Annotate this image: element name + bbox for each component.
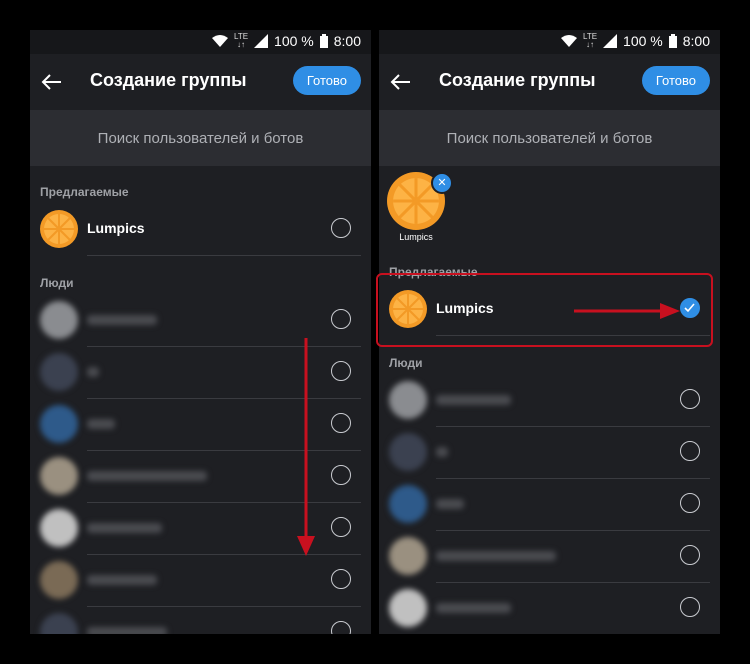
avatar (40, 457, 78, 495)
avatar (389, 433, 427, 471)
phone-before: LTE ↓↑ 100 % 8:00 Создание группы Готово … (30, 30, 371, 634)
battery-icon (319, 34, 328, 48)
list-item[interactable] (30, 606, 371, 634)
list-item[interactable] (30, 554, 371, 607)
list-item[interactable] (30, 294, 371, 347)
avatar (40, 561, 78, 599)
list-item[interactable] (30, 346, 371, 399)
blurred-name (87, 575, 157, 585)
select-radio[interactable] (331, 517, 351, 537)
section-label-people: Люди (389, 356, 423, 370)
avatar (40, 509, 78, 547)
blurred-name (87, 471, 207, 481)
select-radio[interactable] (680, 441, 700, 461)
select-radio[interactable] (680, 545, 700, 565)
search-input[interactable]: Поиск пользователей и ботов (379, 110, 720, 166)
select-radio[interactable] (331, 218, 351, 238)
blurred-name (87, 627, 167, 634)
status-bar: LTE ↓↑ 100 % 8:00 (30, 30, 371, 54)
avatar (389, 485, 427, 523)
back-arrow-icon[interactable] (40, 70, 64, 94)
selected-chip[interactable]: ✕ Lumpics (387, 172, 453, 242)
blurred-name (87, 367, 99, 377)
list-item[interactable] (379, 478, 720, 531)
blurred-name (87, 315, 157, 325)
list-item[interactable] (30, 502, 371, 555)
back-arrow-icon[interactable] (389, 70, 413, 94)
battery-icon (668, 34, 677, 48)
blurred-name (436, 447, 448, 457)
chip-label: Lumpics (399, 232, 433, 242)
blurred-name (436, 499, 464, 509)
signal-icon (254, 34, 269, 48)
avatar (40, 613, 78, 634)
avatar (389, 589, 427, 627)
avatar (40, 301, 78, 339)
search-input[interactable]: Поиск пользователей и ботов (30, 110, 371, 166)
scroll-down-arrow-annotation (297, 338, 315, 556)
select-radio[interactable] (331, 413, 351, 433)
lte-indicator: LTE ↓↑ (582, 32, 598, 49)
list-item[interactable] (379, 374, 720, 427)
list-item[interactable] (379, 530, 720, 583)
select-radio[interactable] (680, 493, 700, 513)
wifi-icon (560, 35, 577, 47)
page-title: Создание группы (90, 70, 247, 90)
orange-avatar-icon (40, 210, 78, 248)
lte-indicator: LTE ↓↑ (233, 32, 249, 49)
battery-text: 100 % (274, 33, 314, 49)
divider (87, 255, 361, 256)
list-item[interactable] (30, 450, 371, 503)
blurred-name (87, 419, 115, 429)
contact-name: Lumpics (87, 220, 145, 236)
done-button[interactable]: Готово (641, 66, 710, 95)
list-item[interactable] (30, 398, 371, 451)
done-button[interactable]: Готово (292, 66, 361, 95)
selection-highlight-annotation (376, 273, 713, 347)
list-item[interactable] (379, 582, 720, 634)
select-radio[interactable] (331, 569, 351, 589)
clock-text: 8:00 (333, 33, 361, 49)
select-radio[interactable] (331, 465, 351, 485)
list-item[interactable] (379, 426, 720, 479)
avatar (40, 353, 78, 391)
app-bar: Создание группы Готово (379, 54, 720, 110)
blurred-name (87, 523, 162, 533)
select-radio[interactable] (680, 597, 700, 617)
blurred-name (436, 551, 556, 561)
clock-text: 8:00 (682, 33, 710, 49)
app-bar: Создание группы Готово (30, 54, 371, 110)
select-radio[interactable] (331, 361, 351, 381)
avatar (389, 537, 427, 575)
section-label-suggested: Предлагаемые (40, 185, 129, 199)
wifi-icon (211, 35, 228, 47)
signal-icon (603, 34, 618, 48)
list-item-lumpics[interactable]: Lumpics (30, 203, 371, 256)
select-radio[interactable] (331, 621, 351, 634)
page-title: Создание группы (439, 70, 596, 90)
avatar (40, 405, 78, 443)
select-radio[interactable] (331, 309, 351, 329)
avatar (389, 381, 427, 419)
section-label-people: Люди (40, 276, 74, 290)
remove-chip-close-icon[interactable]: ✕ (431, 172, 453, 194)
status-bar: LTE ↓↑ 100 % 8:00 (379, 30, 720, 54)
blurred-name (436, 395, 511, 405)
select-radio[interactable] (680, 389, 700, 409)
blurred-name (436, 603, 511, 613)
battery-text: 100 % (623, 33, 663, 49)
screenshot-frame: LTE ↓↑ 100 % 8:00 Создание группы Готово … (0, 0, 750, 664)
